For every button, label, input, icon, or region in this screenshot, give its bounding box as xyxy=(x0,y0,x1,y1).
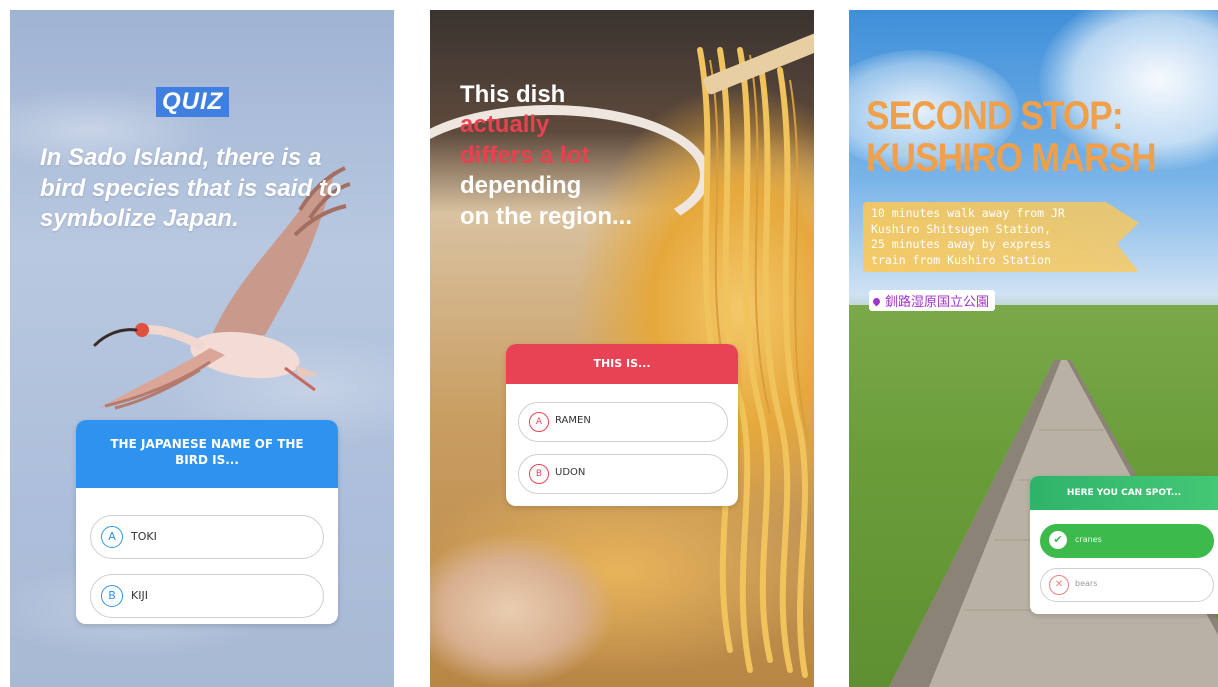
option-label: cranes xyxy=(1075,535,1102,544)
quiz-option-a[interactable]: A TOKI xyxy=(90,515,324,559)
quiz-option-b[interactable]: B UDON xyxy=(518,454,728,494)
location-sticker[interactable]: 釧路湿原国立公園 xyxy=(869,290,996,311)
option-letter-b: B xyxy=(529,464,549,484)
question-line: depending xyxy=(460,172,582,200)
question-line-highlight: differs a lot xyxy=(460,141,590,169)
access-info-text: 10 minutes walk away from JR Kushiro Shi… xyxy=(863,202,1139,272)
option-label: UDON xyxy=(555,467,586,478)
quiz-poll-card: THE JAPANESE NAME OF THE BIRD IS... A TO… xyxy=(76,420,338,624)
location-pin-icon xyxy=(871,296,882,307)
story-kushiro-marsh: SECOND STOP: KUSHIRO MARSH 10 minutes wa… xyxy=(849,10,1218,687)
quiz-label: QUIZ xyxy=(156,87,230,117)
story-ramen-quiz: This dish actually differs a lot dependi… xyxy=(430,10,814,687)
checkmark-icon: ✔ xyxy=(1049,531,1067,549)
option-label: bears xyxy=(1075,579,1098,588)
option-letter-a: A xyxy=(529,412,549,432)
question-line: This dish xyxy=(460,81,566,108)
option-label: TOKI xyxy=(131,530,157,543)
quiz-poll-card: HERE YOU CAN SPOT... ✔ cranes ✕ bears xyxy=(1030,476,1218,614)
question-line-highlight: actually xyxy=(460,111,550,139)
option-label: RAMEN xyxy=(555,415,591,426)
cross-icon: ✕ xyxy=(1049,575,1069,595)
title-line: SECOND STOP: xyxy=(866,94,1124,138)
option-letter-a: A xyxy=(101,526,123,548)
quiz-poll-header: HERE YOU CAN SPOT... xyxy=(1030,476,1218,510)
location-label: 釧路湿原国立公園 xyxy=(885,295,990,310)
option-label: KIJI xyxy=(131,589,148,602)
story-bird-quiz: QUIZ In Sado Island, there is a bird spe… xyxy=(10,10,394,687)
title-line: KUSHIRO MARSH xyxy=(866,136,1157,180)
quiz-poll-card: THIS IS... A RAMEN B UDON xyxy=(506,344,738,506)
quiz-question-text: In Sado Island, there is a bird species … xyxy=(40,144,342,233)
quiz-option-wrong[interactable]: ✕ bears xyxy=(1040,568,1214,602)
story-title: SECOND STOP: KUSHIRO MARSH xyxy=(866,94,1157,180)
option-letter-b: B xyxy=(101,585,123,607)
quiz-option-b[interactable]: B KIJI xyxy=(90,574,324,618)
quiz-question-text: This dish actually differs a lot dependi… xyxy=(460,80,700,232)
quiz-option-a[interactable]: A RAMEN xyxy=(518,402,728,442)
question-line: on the region... xyxy=(460,202,632,230)
quiz-poll-header: THE JAPANESE NAME OF THE BIRD IS... xyxy=(76,420,338,488)
quiz-poll-header: THIS IS... xyxy=(506,344,738,384)
quiz-option-correct[interactable]: ✔ cranes xyxy=(1040,524,1214,558)
